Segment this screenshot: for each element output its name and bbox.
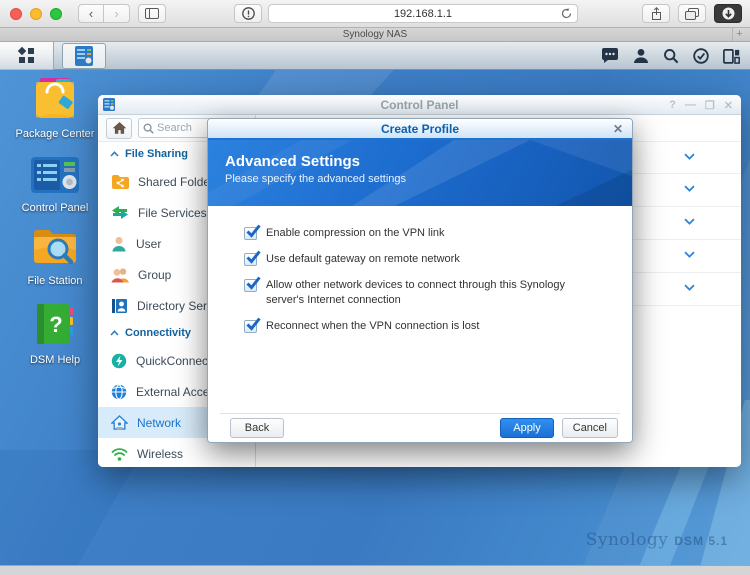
- downloads-icon[interactable]: [714, 4, 742, 23]
- checkbox-row-reconnect[interactable]: Reconnect when the VPN connection is los…: [244, 319, 608, 334]
- chevron-down-icon[interactable]: [684, 284, 695, 291]
- chevron-up-icon: [110, 330, 119, 336]
- apply-button[interactable]: Apply: [500, 418, 554, 438]
- dsm-watermark: Synology DSM 5.1: [586, 530, 728, 550]
- user-icon: [111, 236, 127, 252]
- checkbox-row-allow-devices[interactable]: Allow other network devices to connect t…: [244, 278, 608, 308]
- desktop-icon-dsm-help[interactable]: ? DSM Help: [12, 302, 98, 367]
- user-options-icon[interactable]: [633, 48, 649, 64]
- url-text: 192.168.1.1: [269, 8, 577, 20]
- desktop-icon-label: File Station: [12, 275, 98, 288]
- minimize-window-button[interactable]: [30, 8, 42, 20]
- tab-bar: Synology NAS +: [0, 28, 750, 42]
- network-icon: [111, 415, 128, 431]
- widgets-icon[interactable]: [723, 49, 740, 64]
- quickconnect-icon: [111, 353, 127, 369]
- chevron-up-icon: [110, 151, 119, 157]
- privacy-info-icon[interactable]: [234, 4, 262, 23]
- desktop-icon-package-center[interactable]: Package Center: [12, 76, 98, 141]
- pilot-view-icon[interactable]: [693, 48, 709, 64]
- notifications-icon[interactable]: [601, 48, 619, 64]
- directory-service-icon: [111, 298, 128, 314]
- search-field-icon: [143, 123, 154, 134]
- package-center-icon: [32, 76, 78, 120]
- back-button[interactable]: Back: [230, 418, 284, 438]
- new-tab-button[interactable]: +: [732, 28, 746, 41]
- watermark-version: DSM 5.1: [674, 534, 728, 548]
- sidebar-icon[interactable]: [138, 4, 166, 23]
- taskbar-control-panel-task[interactable]: [62, 43, 106, 69]
- checkbox-checked-icon[interactable]: [244, 320, 257, 333]
- window-title: Control Panel: [98, 98, 741, 112]
- address-bar[interactable]: 192.168.1.1: [268, 4, 578, 23]
- banner-subtitle: Please specify the advanced settings: [225, 173, 632, 185]
- chevron-down-icon[interactable]: [684, 153, 695, 160]
- home-icon: [113, 122, 126, 134]
- home-button[interactable]: [106, 118, 132, 139]
- chevron-down-icon[interactable]: [684, 218, 695, 225]
- checkbox-row-compression[interactable]: Enable compression on the VPN link: [244, 226, 608, 241]
- search-icon[interactable]: [663, 48, 679, 64]
- dsm-help-icon: ?: [34, 302, 76, 346]
- desktop-icon-label: Control Panel: [12, 202, 98, 215]
- checkbox-checked-icon[interactable]: [244, 279, 257, 292]
- reload-icon[interactable]: [560, 7, 573, 20]
- dialog-titlebar[interactable]: Create Profile ✕: [208, 119, 632, 140]
- dialog-body: Enable compression on the VPN link Use d…: [208, 206, 632, 334]
- file-station-icon: [31, 225, 79, 267]
- control-panel-mini-icon: [75, 46, 93, 66]
- external-access-icon: [111, 384, 127, 400]
- share-icon[interactable]: [642, 4, 670, 23]
- checkbox-checked-icon[interactable]: [244, 253, 257, 266]
- zoom-window-button[interactable]: [50, 8, 62, 20]
- window-help-button[interactable]: ?: [669, 99, 676, 111]
- dialog-title: Create Profile: [381, 122, 459, 136]
- window-maximize-button[interactable]: ❐: [705, 99, 715, 112]
- desktop-icon-file-station[interactable]: File Station: [12, 225, 98, 288]
- dsm-taskbar: [0, 42, 750, 70]
- banner-title: Advanced Settings: [225, 153, 632, 170]
- group-icon: [111, 267, 129, 283]
- desktop-icon-label: DSM Help: [12, 354, 98, 367]
- tab-overview-icon[interactable]: [678, 4, 706, 23]
- control-panel-icon: [30, 156, 80, 194]
- chevron-down-icon[interactable]: [684, 185, 695, 192]
- dialog-footer: Back Apply Cancel: [208, 413, 632, 442]
- window-close-button[interactable]: ✕: [724, 99, 733, 112]
- window-minimize-button[interactable]: —: [685, 99, 696, 111]
- control-panel-titlebar[interactable]: Control Panel ? — ❐ ✕: [98, 95, 741, 115]
- wireless-icon: [111, 447, 128, 461]
- checkbox-checked-icon[interactable]: [244, 227, 257, 240]
- checkbox-row-default-gateway[interactable]: Use default gateway on remote network: [244, 252, 608, 267]
- active-tab[interactable]: Synology NAS: [343, 29, 407, 40]
- main-menu-icon: [17, 46, 36, 65]
- traffic-lights: [10, 8, 62, 20]
- file-services-icon: [111, 205, 129, 220]
- control-panel-window-icon: [103, 98, 115, 111]
- browser-window-bottom-edge: [0, 565, 750, 575]
- forward-button[interactable]: ›: [104, 4, 130, 23]
- desktop-icon-label: Package Center: [12, 128, 98, 141]
- cancel-button[interactable]: Cancel: [562, 418, 618, 438]
- create-profile-dialog: Create Profile ✕ Advanced Settings Pleas…: [207, 118, 633, 443]
- dialog-close-button[interactable]: ✕: [613, 122, 623, 136]
- main-menu-button[interactable]: [0, 42, 54, 70]
- close-window-button[interactable]: [10, 8, 22, 20]
- chevron-down-icon[interactable]: [684, 251, 695, 258]
- desktop-icon-control-panel[interactable]: Control Panel: [12, 156, 98, 215]
- svg-text:?: ?: [49, 312, 62, 337]
- shared-folder-icon: [111, 174, 129, 189]
- watermark-brand: Synology: [586, 530, 669, 550]
- back-button[interactable]: ‹: [78, 4, 104, 23]
- dialog-banner: Advanced Settings Please specify the adv…: [208, 140, 632, 206]
- browser-toolbar: ‹ › 192.168.1.1: [0, 0, 750, 28]
